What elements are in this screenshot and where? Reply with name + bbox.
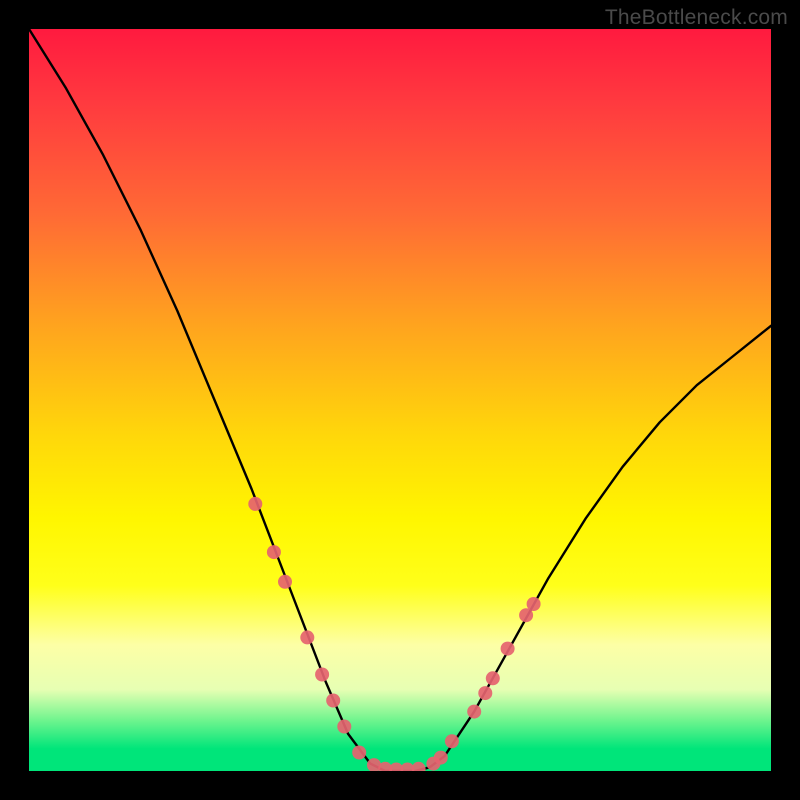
marker-point (467, 705, 481, 719)
marker-point (434, 751, 448, 765)
marker-point (501, 642, 515, 656)
highlight-points (248, 497, 540, 771)
bottleneck-curve (29, 29, 771, 771)
plot-area (29, 29, 771, 771)
marker-point (278, 575, 292, 589)
chart-frame: TheBottleneck.com (0, 0, 800, 800)
marker-point (326, 694, 340, 708)
marker-point (445, 734, 459, 748)
marker-point (412, 762, 426, 771)
marker-point (300, 630, 314, 644)
marker-point (478, 686, 492, 700)
marker-point (486, 671, 500, 685)
marker-point (248, 497, 262, 511)
marker-point (527, 597, 541, 611)
marker-point (337, 720, 351, 734)
marker-point (267, 545, 281, 559)
marker-point (315, 668, 329, 682)
curve-svg (29, 29, 771, 771)
marker-point (352, 746, 366, 760)
watermark-text: TheBottleneck.com (605, 6, 788, 30)
